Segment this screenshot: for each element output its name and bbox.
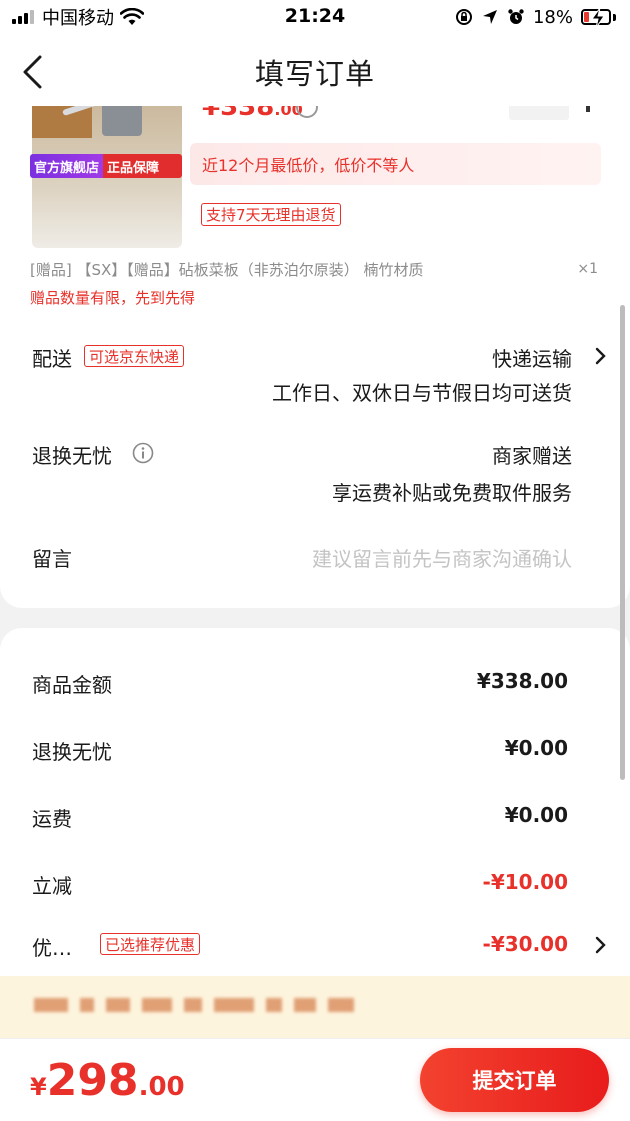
delivery-label: 配送 <box>32 347 72 371</box>
jd-express-tag: 可选京东快递 <box>84 345 185 367</box>
order-item-card: 官方旗舰店 正品保障 ¥338.00 近12个月最低价，低价不等人 支持7天无理… <box>0 106 630 608</box>
alarm-icon <box>508 9 524 24</box>
chevron-right-icon <box>595 347 606 365</box>
total-integer: 298 <box>46 1055 139 1106</box>
return-worry-free-label: 退换无忧 <box>32 444 112 468</box>
location-icon <box>482 10 497 24</box>
blurred-promo-text <box>34 998 354 1016</box>
summary-row-label: 运费 <box>32 807 72 831</box>
page-title: 填写订单 <box>254 57 375 91</box>
coupon-value: -¥30.00 <box>482 932 568 956</box>
summary-row-value: ¥0.00 <box>504 803 568 827</box>
summary-row-label: 商品金额 <box>32 673 112 697</box>
total-decimal: .00 <box>138 1072 185 1102</box>
nav-bar: 填写订单 <box>0 40 630 106</box>
genuine-guarantee-badge: 正品保障 <box>103 154 182 178</box>
gift-quantity: ×1 <box>577 261 598 277</box>
gift-note: 赠品数量有限，先到先得 <box>30 289 196 307</box>
message-input[interactable]: 建议留言前先与商家沟通确认 <box>312 543 572 572</box>
delivery-schedule: 工作日、双休日与节假日均可送货 <box>272 381 572 405</box>
plus-icon[interactable] <box>586 106 590 112</box>
return-policy-tag: 支持7天无理由退货 <box>201 203 341 226</box>
summary-row-label: 退换无忧 <box>32 740 112 764</box>
shop-badge: 官方旗舰店 正品保障 <box>30 154 182 178</box>
lowest-price-banner: 近12个月最低价，低价不等人 <box>190 143 601 185</box>
gift-description: [赠品] 【SX】【赠品】砧板菜板（非苏泊尔原装） 楠竹材质 <box>30 261 424 279</box>
battery-percent: 18% <box>532 6 573 28</box>
official-store-badge: 官方旗舰店 <box>30 154 104 178</box>
battery-tip <box>613 13 616 21</box>
total-currency: ¥ <box>30 1073 47 1101</box>
summary-row-value: ¥338.00 <box>476 669 568 693</box>
status-bar: 中国移动 21:24 18% <box>0 0 630 40</box>
delivery-method: 快递运输 <box>492 347 572 371</box>
checkout-bar: ¥298.00 提交订单 <box>0 1038 630 1121</box>
promo-strip <box>0 976 630 1038</box>
summary-row-value: ¥0.00 <box>504 736 568 760</box>
price-summary-card: 商品金额 ¥338.00 退换无忧 ¥0.00 运费 ¥0.00 立减 -¥10… <box>0 628 630 988</box>
recommended-coupon-tag: 已选推荐优惠 <box>100 933 201 955</box>
product-price: ¥338.00 <box>202 106 303 122</box>
discount-value: -¥10.00 <box>482 870 568 894</box>
rotation-lock-icon <box>455 9 472 25</box>
submit-order-button[interactable]: 提交订单 <box>420 1048 609 1112</box>
info-icon[interactable] <box>132 442 154 464</box>
return-worry-free-sub: 享运费补贴或免费取件服务 <box>332 481 572 505</box>
quantity-stepper[interactable] <box>509 106 569 120</box>
return-worry-free-value: 商家赠送 <box>492 444 572 468</box>
price-integer: ¥338 <box>202 106 275 122</box>
scrollbar[interactable] <box>620 305 625 780</box>
status-right: 18% <box>455 6 616 28</box>
summary-row-label: 立减 <box>32 874 72 898</box>
chevron-right-icon <box>595 936 606 954</box>
coupon-label: 优… <box>32 936 72 960</box>
order-total: ¥298.00 <box>30 1055 185 1106</box>
battery-icon <box>581 8 611 28</box>
message-label: 留言 <box>32 547 72 571</box>
